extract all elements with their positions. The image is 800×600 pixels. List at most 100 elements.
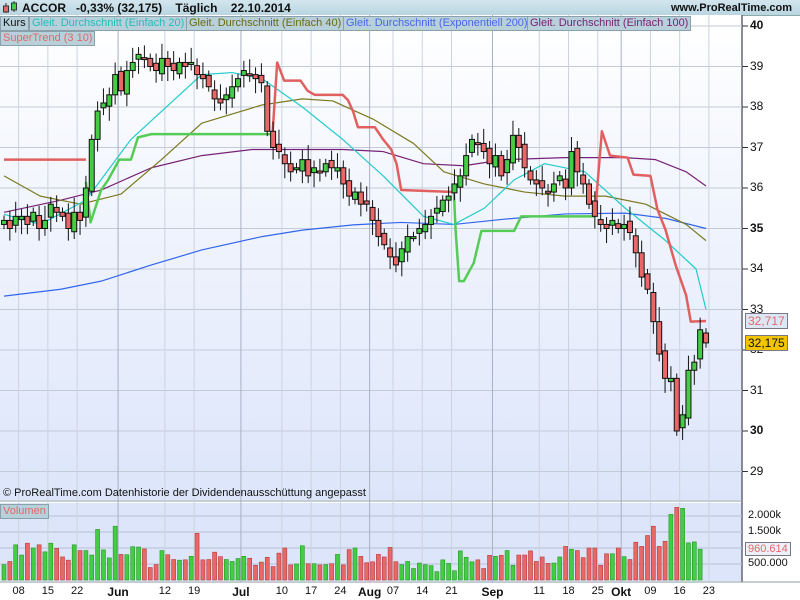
volume-bar xyxy=(387,547,393,581)
volume-bar xyxy=(487,555,492,581)
candle-down xyxy=(182,61,189,68)
volume-bar xyxy=(153,564,159,581)
candle-up xyxy=(88,138,95,192)
candle-down xyxy=(287,163,294,173)
volume-bar xyxy=(340,564,346,581)
candle-down xyxy=(340,167,347,185)
volume-bar xyxy=(241,556,247,581)
volume-bar xyxy=(25,542,30,581)
candle-up xyxy=(352,191,358,200)
volume-bar xyxy=(364,562,370,581)
candle-down xyxy=(527,170,534,181)
volume-bar xyxy=(352,547,358,581)
candle-down xyxy=(258,74,265,84)
candle-up xyxy=(235,78,241,88)
candle-down xyxy=(53,206,60,213)
candle-down xyxy=(591,200,598,217)
candle-down xyxy=(357,191,364,205)
volume-bar xyxy=(697,548,703,581)
volume-bar xyxy=(107,557,112,581)
date-tick-label: 09 xyxy=(644,585,657,597)
candle-down xyxy=(217,98,224,104)
volume-bar xyxy=(358,556,364,581)
volume-bar xyxy=(165,554,171,581)
legend-kurs[interactable]: Kurs xyxy=(0,16,29,31)
candle-down xyxy=(59,211,66,217)
volume-bar xyxy=(1,564,7,581)
volume-bar xyxy=(481,568,487,581)
volume-bar xyxy=(118,554,124,581)
candle-up xyxy=(100,102,107,109)
candle-down xyxy=(205,74,212,88)
volume-bar xyxy=(516,554,522,581)
supertrend-value-badge: 32,717 xyxy=(745,313,788,329)
candle-down xyxy=(515,134,522,149)
candle-down xyxy=(65,212,72,230)
volume-bar xyxy=(136,546,141,581)
volume-bar xyxy=(534,561,539,581)
candle-up xyxy=(229,86,236,99)
legend-volume[interactable]: Volumen xyxy=(0,504,49,519)
candle-down xyxy=(275,143,282,153)
date-tick-label: 17 xyxy=(305,585,318,597)
candle-up xyxy=(621,223,628,229)
volume-bar xyxy=(200,559,206,581)
volume-bar xyxy=(376,554,381,581)
volume-bar xyxy=(323,564,329,581)
volume-bar xyxy=(686,542,691,581)
volume-bar xyxy=(522,554,527,581)
candle-up xyxy=(188,61,195,65)
volume-bar xyxy=(171,559,176,581)
volume-bar xyxy=(498,555,504,581)
candle-up xyxy=(691,361,698,371)
volume-bar xyxy=(77,550,83,581)
volume-bar xyxy=(335,554,340,581)
candle-up xyxy=(71,211,78,233)
candle-down xyxy=(632,235,639,254)
candle-up xyxy=(504,159,511,174)
candle-down xyxy=(316,170,323,174)
price-chart[interactable] xyxy=(0,0,800,600)
candle-down xyxy=(539,180,546,189)
legend-sma100[interactable]: Gleit. Durchschnitt (Einfach 100) xyxy=(527,16,692,31)
footer-note: © ProRealTime.com Datenhistorie der Divi… xyxy=(3,487,366,499)
candle-up xyxy=(106,94,113,107)
volume-bar xyxy=(604,553,609,581)
volume-bar xyxy=(569,548,574,581)
candle-down xyxy=(375,219,382,238)
legend-supertrend[interactable]: SuperTrend (3 10) xyxy=(0,31,96,46)
volume-bar xyxy=(621,556,627,581)
candle-up xyxy=(568,151,575,189)
volume-bar xyxy=(580,557,586,581)
date-tick-label: Jun xyxy=(107,585,129,599)
volume-bar xyxy=(212,551,217,581)
price-panel-bg xyxy=(0,15,742,500)
volume-bar xyxy=(95,529,100,581)
candle-up xyxy=(94,110,101,140)
volume-bar xyxy=(463,556,469,581)
volume-bar xyxy=(130,546,135,581)
candle-up xyxy=(679,414,686,429)
volume-bar xyxy=(71,544,77,581)
volume-bar xyxy=(194,532,200,581)
date-tick-label: 08 xyxy=(12,585,25,597)
volume-bar xyxy=(381,556,387,581)
candle-down xyxy=(305,159,312,177)
candle-down xyxy=(586,183,592,205)
candle-down xyxy=(662,350,669,379)
volume-bar xyxy=(528,550,533,581)
volume-bar xyxy=(563,546,568,581)
candle-up xyxy=(129,61,136,72)
legend-ema200[interactable]: Gleit. Durchschnitt (Exponentiell 200) xyxy=(343,16,531,31)
legend-sma40[interactable]: Gleit. Durchschnitt (Einfach 40) xyxy=(186,16,345,31)
candle-down xyxy=(252,74,259,80)
candle-down xyxy=(562,178,569,189)
candle-up xyxy=(322,163,329,173)
volume-bar xyxy=(13,544,18,581)
legend-sma20[interactable]: Gleit. Durchschnitt (Einfach 20) xyxy=(29,16,188,31)
volume-bar xyxy=(177,559,182,581)
candle-up xyxy=(439,199,446,212)
volume-bar xyxy=(393,561,399,581)
price-tick-label: 37 xyxy=(750,139,764,154)
volume-bar xyxy=(48,542,54,581)
